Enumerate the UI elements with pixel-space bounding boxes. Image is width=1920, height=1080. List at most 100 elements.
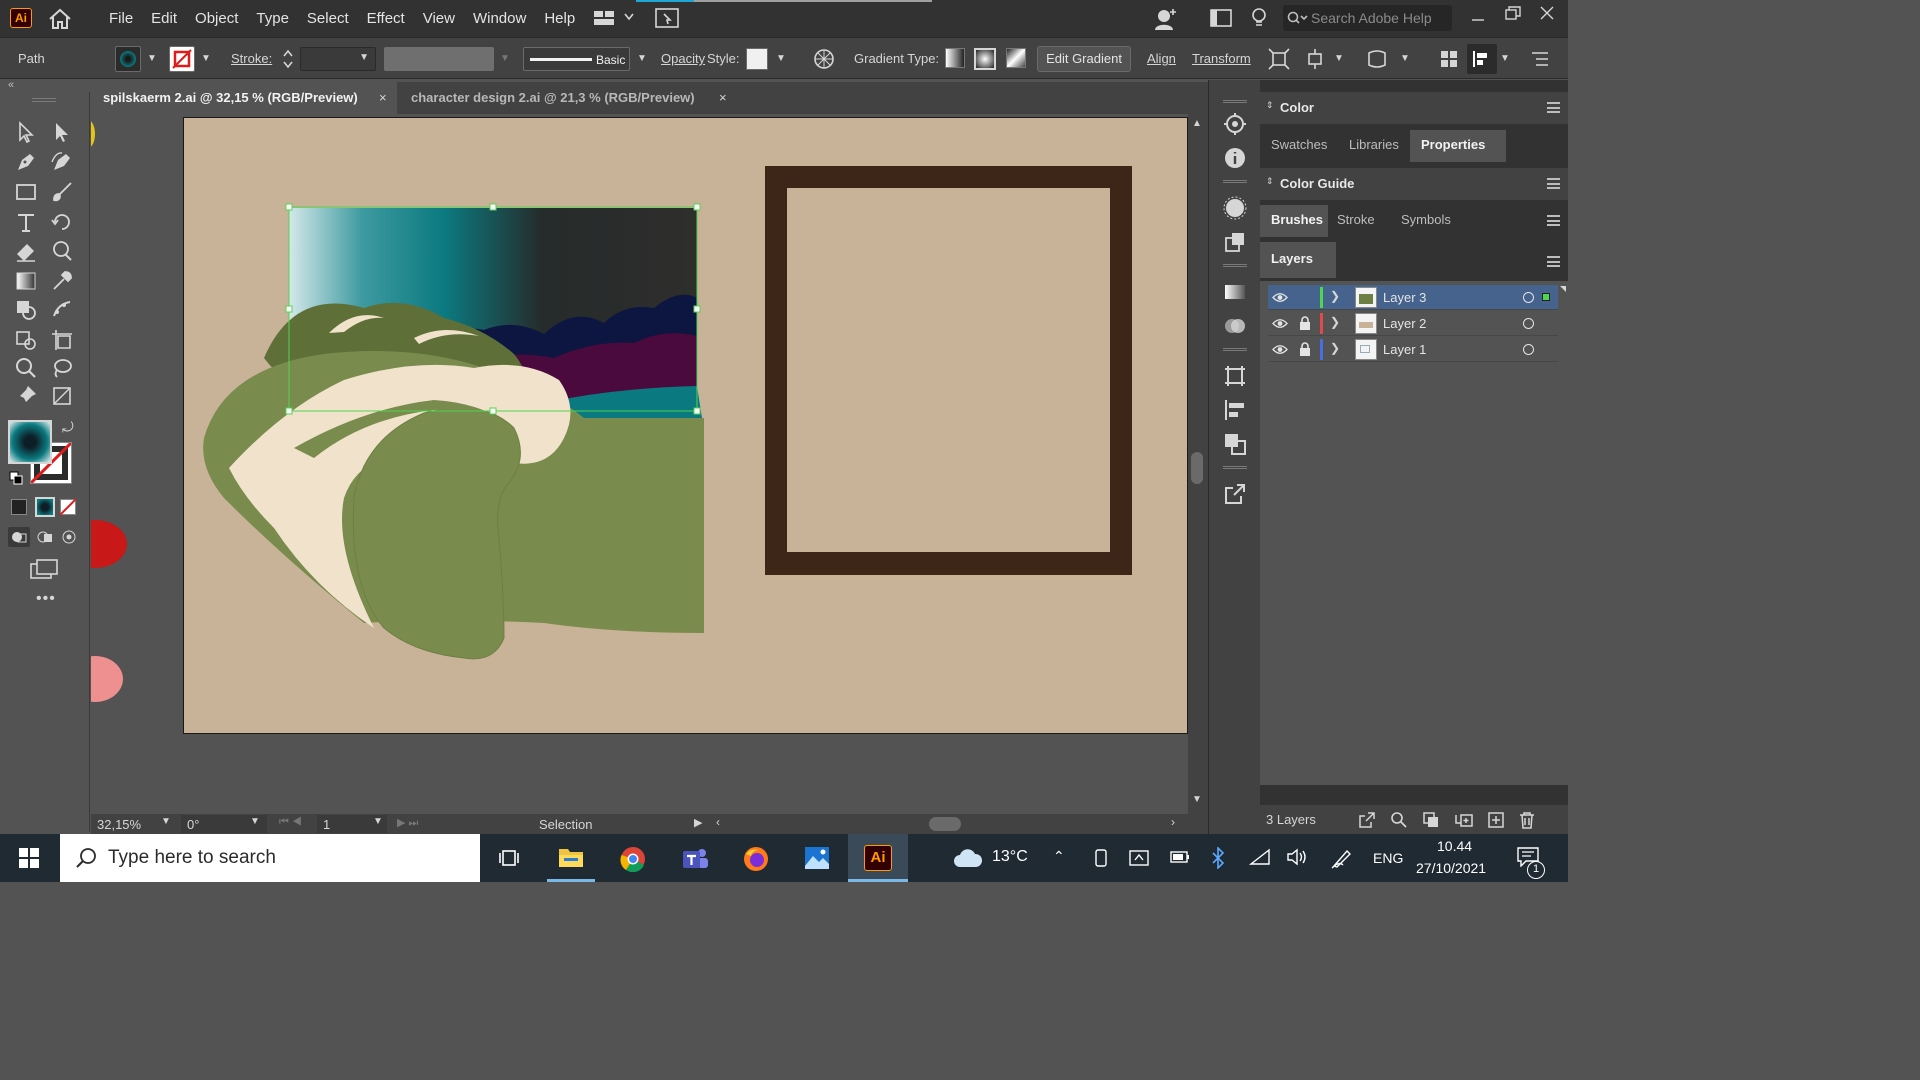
tab-swatches[interactable]: Swatches <box>1260 130 1338 162</box>
screen-capture-icon[interactable] <box>1129 848 1149 868</box>
distribute-dropdown-icon[interactable]: ▼ <box>1497 48 1513 70</box>
clock-date[interactable]: 27/10/2021 <box>1416 860 1486 876</box>
paintbrush-tool-icon[interactable] <box>50 180 74 204</box>
tab-brushes[interactable]: Brushes <box>1260 205 1328 237</box>
layer-row-layer-2[interactable]: ❯ Layer 2 <box>1268 311 1558 336</box>
direct-selection-tool-icon[interactable] <box>50 120 74 144</box>
fill-dropdown-icon[interactable]: ▼ <box>144 48 160 70</box>
menu-help[interactable]: Help <box>535 10 584 27</box>
artwork[interactable] <box>184 118 1188 735</box>
collapse-arrows-icon[interactable]: ⇕ <box>1266 100 1274 111</box>
draw-behind-icon[interactable] <box>36 529 54 545</box>
appearance-icon[interactable] <box>1223 112 1247 136</box>
screen-mode-icon[interactable] <box>30 559 58 579</box>
dock-grip[interactable] <box>1223 264 1247 267</box>
last-artboard-icon[interactable]: ▶ ⏭ <box>397 816 418 830</box>
puppet-warp-icon[interactable] <box>1305 48 1327 70</box>
radial-gradient-button[interactable] <box>974 48 996 70</box>
lock-icon[interactable] <box>1299 342 1311 356</box>
collapse-arrows-icon[interactable]: ⇕ <box>1266 176 1274 187</box>
lightbulb-icon[interactable] <box>1250 7 1268 29</box>
arrange-documents-icon[interactable] <box>655 8 679 28</box>
pin-tool-icon[interactable] <box>14 384 38 408</box>
first-artboard-icon[interactable]: ⏮ ◀ <box>279 816 302 829</box>
menu-view[interactable]: View <box>414 10 464 27</box>
stroke-swatch[interactable] <box>169 46 195 72</box>
battery-icon[interactable] <box>1170 851 1190 863</box>
dock-grip[interactable] <box>1223 180 1247 183</box>
tab-layers[interactable]: Layers <box>1260 242 1336 278</box>
target-circle-icon[interactable] <box>1523 344 1534 355</box>
layer-name[interactable]: Layer 1 <box>1383 342 1426 357</box>
style-dropdown-icon[interactable]: ▼ <box>773 48 789 70</box>
panel-toggle-icon[interactable] <box>1210 9 1232 27</box>
chevron-down-icon[interactable] <box>624 13 634 21</box>
selection-tool-icon[interactable] <box>14 120 38 144</box>
rotation-dropdown-icon[interactable]: ▼ <box>250 816 260 827</box>
draw-normal-button[interactable] <box>8 527 30 547</box>
canvas[interactable] <box>91 114 1188 814</box>
new-layer-icon[interactable] <box>1487 811 1505 829</box>
graphic-styles-icon[interactable] <box>1223 196 1247 220</box>
scroll-left-icon[interactable]: ‹ <box>716 815 720 829</box>
eyedropper-tool-icon[interactable] <box>50 269 74 293</box>
scroll-thumb[interactable] <box>1191 452 1203 484</box>
taskbar-search-input[interactable]: Type here to search <box>60 834 480 882</box>
menu-type[interactable]: Type <box>247 10 298 27</box>
panel-menu-icon[interactable] <box>1547 178 1560 189</box>
brush-dropdown-icon[interactable]: ▼ <box>634 48 650 70</box>
dock-grip[interactable] <box>1223 348 1247 351</box>
delete-layer-icon[interactable] <box>1518 811 1536 829</box>
expand-chevron-icon[interactable]: ❯ <box>1330 289 1340 303</box>
menu-effect[interactable]: Effect <box>358 10 414 27</box>
close-icon[interactable] <box>1540 6 1554 20</box>
close-icon[interactable]: × <box>379 82 387 114</box>
width-tool-icon[interactable] <box>50 239 74 263</box>
stroke-dropdown-icon[interactable]: ▼ <box>198 48 214 70</box>
temperature[interactable]: 13°C <box>992 848 1028 866</box>
minimize-icon[interactable] <box>1471 12 1485 24</box>
control-menu-icon[interactable] <box>1531 51 1549 67</box>
align-objects-icon[interactable] <box>1440 50 1458 68</box>
stroke-weight-input[interactable]: ▼ <box>300 47 376 71</box>
target-circle-icon[interactable] <box>1523 292 1534 303</box>
scroll-down-icon[interactable]: ▼ <box>1192 794 1202 805</box>
type-tool-icon[interactable] <box>14 210 38 234</box>
rotate-tool-icon[interactable] <box>50 210 74 234</box>
restore-icon[interactable] <box>1505 6 1521 20</box>
graphic-style-swatch[interactable] <box>746 48 768 70</box>
export-layer-icon[interactable] <box>1358 811 1376 829</box>
file-explorer-app[interactable] <box>541 834 601 882</box>
visibility-eye-icon[interactable] <box>1272 344 1288 355</box>
menu-object[interactable]: Object <box>186 10 247 27</box>
panel-menu-icon[interactable] <box>1547 215 1560 226</box>
lasso-tool-icon[interactable] <box>50 356 74 380</box>
windows-start-icon[interactable] <box>19 848 39 868</box>
locate-object-icon[interactable] <box>1390 811 1408 829</box>
tab-spilskaerm[interactable]: spilskaerm 2.ai @ 32,15 % (RGB/Preview) <box>91 82 397 114</box>
color-panel-header[interactable]: ⇕ Color <box>1260 92 1568 124</box>
brush-definition-select[interactable]: Basic <box>523 47 630 71</box>
tab-stroke[interactable]: Stroke <box>1326 205 1386 237</box>
artboards-panel-icon[interactable] <box>1223 364 1247 388</box>
layer-row-layer-3[interactable]: ❯ Layer 3 <box>1268 285 1558 310</box>
artboard-tool-icon[interactable] <box>50 328 74 352</box>
color-guide-header[interactable]: ⇕ Color Guide <box>1260 168 1568 200</box>
vertical-scrollbar[interactable]: ▲ ▼ <box>1188 114 1208 814</box>
pasteboard-red-circle[interactable] <box>91 520 127 568</box>
visibility-eye-icon[interactable] <box>1272 318 1288 329</box>
tab-character-design[interactable]: character design 2.ai @ 21,3 % (RGB/Prev… <box>399 82 739 114</box>
collapse-toolbar-icon[interactable]: « <box>8 79 14 91</box>
input-language[interactable]: ENG <box>1373 850 1403 866</box>
panel-menu-icon[interactable] <box>1547 102 1560 113</box>
transform-link[interactable]: Transform <box>1192 51 1251 66</box>
align-panel-icon[interactable] <box>1223 398 1247 422</box>
user-account-icon[interactable] <box>1153 7 1179 31</box>
clipping-mask-icon[interactable] <box>1422 811 1440 829</box>
default-colors-icon[interactable] <box>9 471 23 485</box>
export-icon[interactable] <box>1223 482 1247 506</box>
hill-front[interactable] <box>352 407 521 660</box>
fill-color-front[interactable] <box>8 420 52 464</box>
asset-export-icon[interactable] <box>1223 230 1247 254</box>
gradient-panel-icon[interactable] <box>1223 280 1247 304</box>
